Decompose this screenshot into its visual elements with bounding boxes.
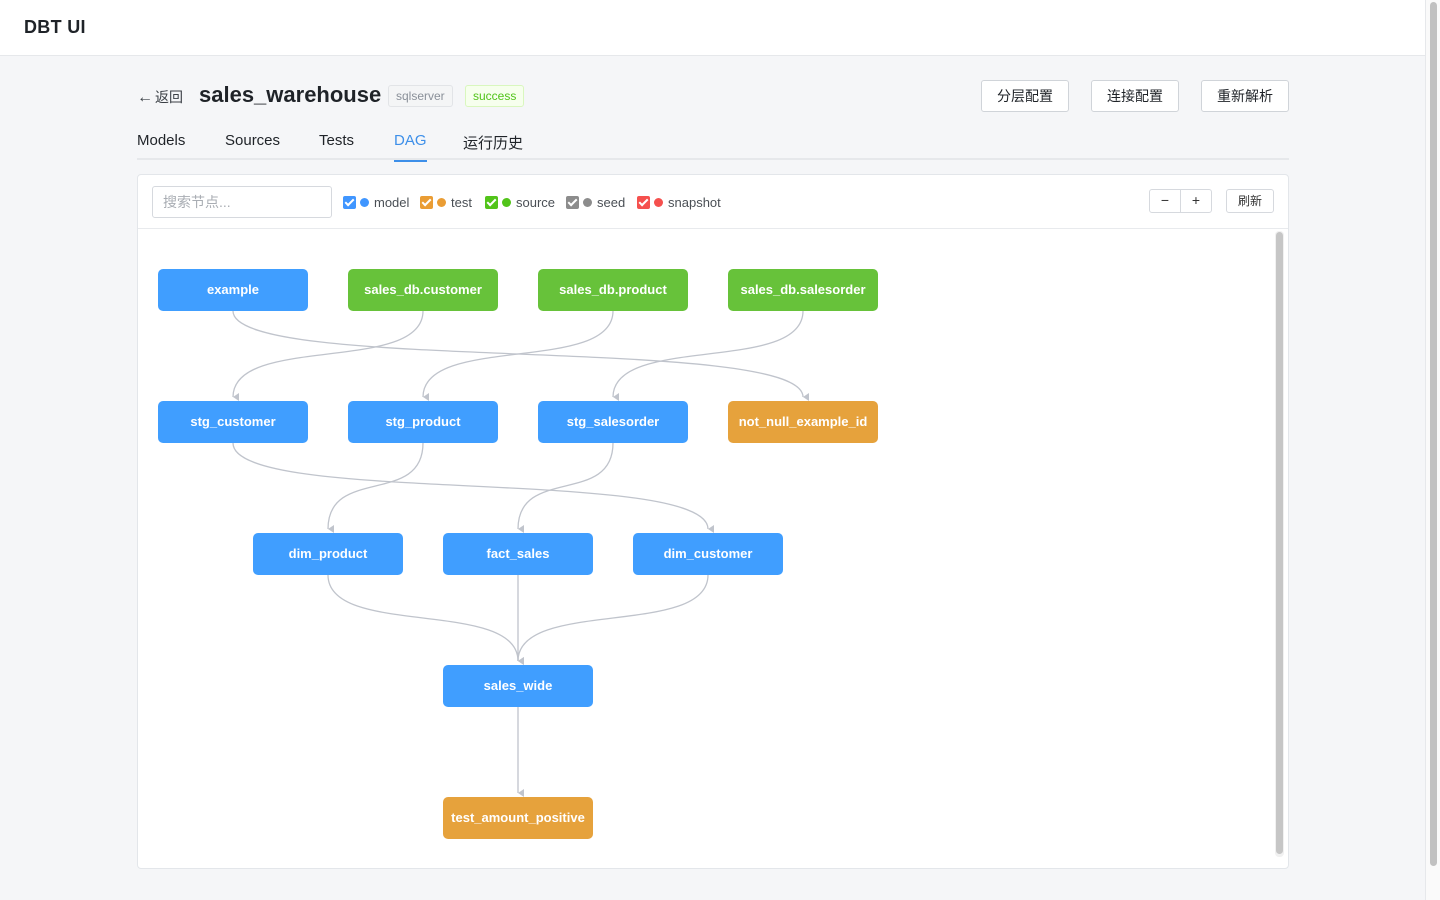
tab-sources[interactable]: Sources: [225, 132, 280, 160]
filter-snapshot-label: snapshot: [668, 194, 721, 210]
project-header: ← 返回 sales_warehouse sqlserver success 分层…: [137, 80, 1289, 112]
dag-node-dim-customer[interactable]: dim_customer: [633, 533, 783, 575]
back-link[interactable]: ← 返回: [137, 87, 183, 107]
dag-node-stg-product[interactable]: stg_product: [348, 401, 498, 443]
snapshot-dot-icon: [654, 197, 663, 207]
tab-bar: Models Sources Tests DAG 运行历史: [137, 132, 1289, 162]
dag-node-stg-customer[interactable]: stg_customer: [158, 401, 308, 443]
filter-seed[interactable]: seed: [566, 194, 625, 210]
db-type-badge: sqlserver: [388, 85, 453, 107]
dag-node-sales-db-salesorder[interactable]: sales_db.salesorder: [728, 269, 878, 311]
app-title: DBT UI: [24, 17, 86, 37]
connection-config-button[interactable]: 连接配置: [1091, 80, 1179, 112]
tab-dag[interactable]: DAG: [394, 132, 427, 162]
dag-edge: [232, 442, 715, 533]
dag-node-sales-wide[interactable]: sales_wide: [443, 665, 593, 707]
dag-node-sales-db-customer[interactable]: sales_db.customer: [348, 269, 498, 311]
seed-dot-icon: [583, 197, 592, 207]
tab-models[interactable]: Models: [137, 132, 185, 160]
dag-node-sales-db-product[interactable]: sales_db.product: [538, 269, 688, 311]
test-checkbox[interactable]: [420, 195, 433, 209]
model-dot-icon: [360, 197, 369, 207]
model-checkbox[interactable]: [343, 195, 356, 209]
dag-edge: [422, 310, 614, 402]
test-dot-icon: [437, 197, 446, 207]
snapshot-checkbox[interactable]: [637, 195, 650, 209]
dag-node-stg-salesorder[interactable]: stg_salesorder: [538, 401, 688, 443]
arrow-left-icon: ←: [137, 89, 153, 106]
page-scrollbar[interactable]: [1425, 0, 1440, 900]
dag-edge: [517, 442, 614, 534]
back-label: 返回: [155, 89, 183, 105]
filter-snapshot[interactable]: snapshot: [637, 194, 721, 210]
tab-tests[interactable]: Tests: [319, 132, 354, 160]
filter-source-label: source: [516, 194, 556, 210]
dag-edge: [327, 574, 525, 665]
canvas-scrollbar-thumb[interactable]: [1276, 232, 1283, 854]
dag-edge: [517, 574, 709, 666]
dag-edge: [327, 442, 424, 534]
dag-panel: model test source seed snapshot − + 刷新: [137, 174, 1289, 869]
dag-canvas[interactable]: example sales_db.customer sales_db.produ…: [138, 229, 1272, 868]
canvas-scrollbar[interactable]: [1275, 231, 1284, 857]
page-scrollbar-thumb[interactable]: [1430, 2, 1437, 866]
dag-node-fact-sales[interactable]: fact_sales: [443, 533, 593, 575]
zoom-in-button[interactable]: +: [1180, 189, 1212, 213]
dag-edge: [612, 310, 804, 402]
dag-node-dim-product[interactable]: dim_product: [253, 533, 403, 575]
source-dot-icon: [502, 197, 511, 207]
filter-test-label: test: [451, 194, 472, 210]
filter-seed-label: seed: [597, 194, 626, 210]
page-title: sales_warehouse: [199, 82, 382, 107]
filter-source[interactable]: source: [485, 194, 555, 210]
dag-node-example[interactable]: example: [158, 269, 308, 311]
tab-run-history[interactable]: 运行历史: [463, 132, 523, 160]
zoom-out-button[interactable]: −: [1149, 189, 1181, 213]
node-search-input[interactable]: [152, 186, 332, 218]
dag-edge: [232, 310, 424, 402]
filter-model-label: model: [374, 194, 410, 210]
dag-node-test-amount-positive[interactable]: test_amount_positive: [443, 797, 593, 839]
dag-node-not-null-example-id[interactable]: not_null_example_id: [728, 401, 878, 443]
status-badge: success: [465, 85, 525, 107]
source-checkbox[interactable]: [485, 195, 498, 209]
filter-model[interactable]: model: [343, 194, 409, 210]
top-bar: DBT UI: [0, 0, 1425, 56]
layer-config-button[interactable]: 分层配置: [981, 80, 1069, 112]
dag-toolbar: model test source seed snapshot − + 刷新: [138, 175, 1288, 229]
refresh-button[interactable]: 刷新: [1226, 189, 1274, 213]
filter-test[interactable]: test: [420, 194, 472, 210]
reparse-button[interactable]: 重新解析: [1201, 80, 1289, 112]
seed-checkbox[interactable]: [566, 195, 579, 209]
